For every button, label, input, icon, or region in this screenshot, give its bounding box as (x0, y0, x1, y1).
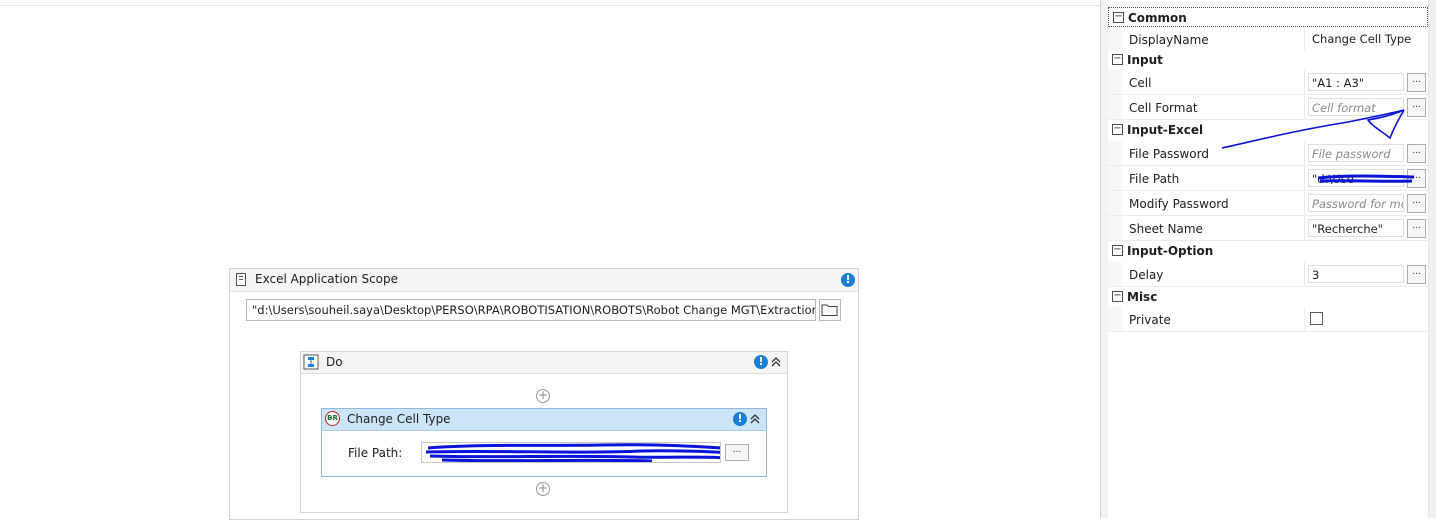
excel-application-scope-activity[interactable]: Excel Application Scope ! "d:\Users\souh… (229, 268, 859, 520)
prop-delay-label: Delay (1129, 268, 1164, 282)
prop-row-sheet-name[interactable]: Sheet Name "Recherche" ... (1108, 216, 1428, 241)
add-activity-bottom-icon[interactable]: + (536, 482, 550, 496)
category-misc-label: Misc (1127, 290, 1158, 304)
change-cell-type-activity[interactable]: BR Change Cell Type ! File Path: ... (321, 408, 767, 477)
category-input-excel-label: Input-Excel (1127, 123, 1204, 137)
folder-icon (821, 304, 838, 316)
change-cell-type-collapse-icon[interactable] (749, 413, 761, 427)
prop-file-password-label: File Password (1129, 147, 1209, 161)
file-path-browse-button[interactable]: ... (725, 444, 749, 461)
prop-delay-expression-button[interactable]: ... (1407, 265, 1426, 284)
prop-private-label: Private (1129, 313, 1171, 327)
do-sequence-activity[interactable]: Do ! + BR Change Cell Type ! File Path: (300, 351, 788, 513)
category-input-label: Input (1127, 53, 1163, 67)
workbook-path-input[interactable]: "d:\Users\souheil.saya\Desktop\PERSO\RPA… (246, 299, 816, 321)
file-path-redaction-scribble (1317, 174, 1415, 183)
file-path-label: File Path: (348, 446, 403, 460)
collapse-misc-icon[interactable]: − (1112, 291, 1123, 302)
category-input-option[interactable]: − Input-Option (1108, 241, 1428, 261)
excel-scope-icon (236, 273, 246, 286)
prop-delay-input[interactable]: 3 (1308, 265, 1404, 283)
change-cell-type-title: Change Cell Type (347, 412, 451, 426)
prop-modify-password-expression-button[interactable]: ... (1407, 194, 1426, 213)
prop-cell-label: Cell (1129, 76, 1152, 90)
prop-cell-expression-button[interactable]: ... (1407, 73, 1426, 92)
do-sequence-collapse-icon[interactable] (770, 356, 782, 370)
do-sequence-header[interactable]: Do ! (301, 352, 787, 374)
collapse-input-option-icon[interactable]: − (1112, 245, 1123, 256)
properties-scrollbar[interactable] (1428, 0, 1436, 518)
sequence-icon (303, 354, 319, 370)
category-input-option-label: Input-Option (1127, 244, 1214, 258)
workbook-path-value: "d:\Users\souheil.saya\Desktop\PERSO\RPA… (252, 303, 816, 317)
excel-scope-header[interactable]: Excel Application Scope ! (230, 269, 858, 292)
browse-workbook-button[interactable] (819, 299, 841, 321)
excel-scope-warning-icon[interactable]: ! (841, 273, 855, 287)
workflow-designer[interactable]: Excel Application Scope ! "d:\Users\souh… (0, 0, 1100, 520)
file-path-input[interactable] (421, 442, 721, 463)
prop-row-modify-password[interactable]: Modify Password Password for mod ... (1108, 191, 1428, 216)
prop-row-delay[interactable]: Delay 3 ... (1108, 262, 1428, 287)
designer-top-border (0, 5, 1100, 6)
prop-displayname-label: DisplayName (1129, 33, 1209, 47)
change-cell-type-header[interactable]: BR Change Cell Type ! (322, 409, 766, 431)
prop-sheet-name-input[interactable]: "Recherche" (1308, 219, 1404, 237)
prop-displayname-value[interactable]: Change Cell Type (1309, 30, 1427, 48)
properties-panel: − Common DisplayName Change Cell Type − … (1108, 0, 1436, 518)
change-cell-type-warning-icon[interactable]: ! (733, 412, 747, 426)
add-activity-top-icon[interactable]: + (536, 389, 550, 403)
excel-scope-title: Excel Application Scope (255, 272, 399, 286)
category-common-label: Common (1128, 11, 1187, 25)
prop-modify-password-input[interactable]: Password for mod (1308, 194, 1404, 212)
prop-modify-password-label: Modify Password (1129, 197, 1229, 211)
collapse-input-excel-icon[interactable]: − (1112, 124, 1123, 135)
prop-file-path-label: File Path (1129, 172, 1180, 186)
do-sequence-warning-icon[interactable]: ! (754, 355, 768, 369)
collapse-input-icon[interactable]: − (1112, 54, 1123, 65)
prop-row-displayname[interactable]: DisplayName Change Cell Type (1108, 27, 1428, 52)
collapse-common-icon[interactable]: − (1113, 12, 1124, 23)
prop-sheet-name-label: Sheet Name (1129, 222, 1203, 236)
br-badge-icon: BR (325, 411, 340, 426)
prop-cell-format-label: Cell Format (1129, 101, 1198, 115)
category-misc[interactable]: − Misc (1108, 287, 1428, 307)
prop-private-checkbox[interactable] (1310, 312, 1323, 325)
annotation-arrow-scribble (1221, 109, 1405, 149)
prop-row-private[interactable]: Private (1108, 307, 1428, 332)
prop-cell-input[interactable]: "A1 : A3" (1308, 73, 1404, 91)
category-input[interactable]: − Input (1108, 50, 1428, 70)
prop-row-cell[interactable]: Cell "A1 : A3" ... (1108, 70, 1428, 95)
do-sequence-title: Do (326, 355, 343, 369)
category-common[interactable]: − Common (1108, 7, 1428, 27)
redaction-scribble (425, 443, 720, 462)
prop-sheet-name-expression-button[interactable]: ... (1407, 219, 1426, 238)
